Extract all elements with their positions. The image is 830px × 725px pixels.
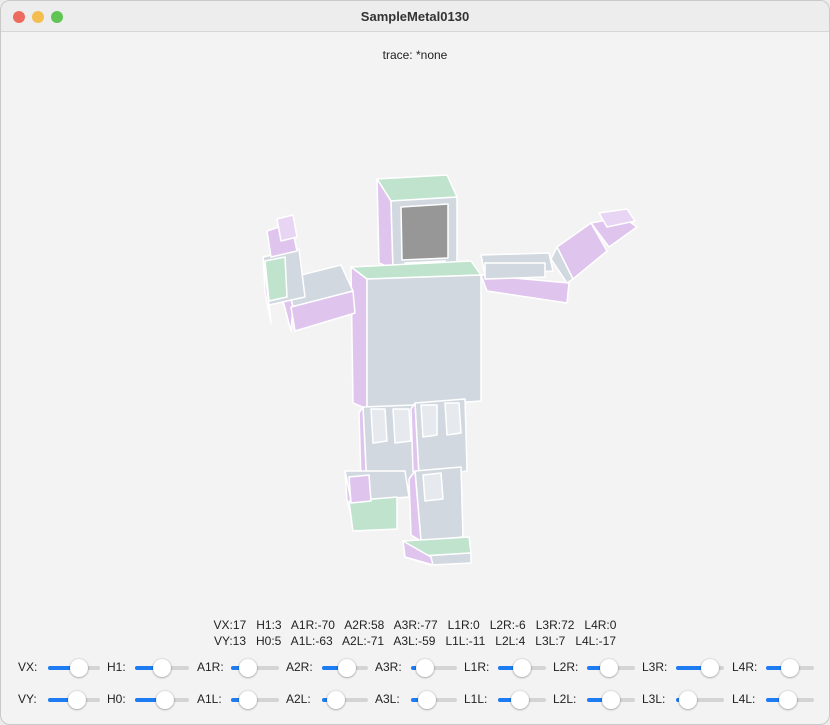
slider-track[interactable] [498,659,546,677]
slider-knob[interactable] [70,659,88,677]
slider-track[interactable] [322,659,368,677]
slider-knob[interactable] [68,691,86,709]
title-bar: SampleMetal0130 [1,1,829,32]
metal-viewport[interactable] [1,71,829,611]
slider-a2r[interactable]: A2R: [286,658,368,678]
slider-knob[interactable] [156,691,174,709]
slider-label: L3L: [642,692,666,706]
slider-a3l[interactable]: A3L: [375,690,457,710]
slider-label: L4L: [732,692,756,706]
slider-knob[interactable] [338,659,356,677]
angle-readout-row2: VY:13 H0:5 A1L:-63 A2L:-71 A3L:-59 L1L:-… [213,634,617,648]
slider-track[interactable] [498,691,546,709]
slider-l4l[interactable]: L4L: [732,690,814,710]
slider-knob[interactable] [513,659,531,677]
slider-h0[interactable]: H0: [107,690,189,710]
slider-track[interactable] [135,691,189,709]
slider-knob[interactable] [511,691,529,709]
slider-vy[interactable]: VY: [18,690,100,710]
slider-track[interactable] [48,691,100,709]
slider-label: H1: [107,660,126,674]
slider-track[interactable] [322,691,368,709]
slider-label: VY: [18,692,37,706]
slider-label: L3R: [642,660,668,674]
slider-label: VX: [18,660,38,674]
window-title: SampleMetal0130 [360,9,470,24]
slider-knob[interactable] [327,691,345,709]
slider-label: A1R: [197,660,224,674]
slider-label: L2R: [553,660,579,674]
trace-status: trace: *none [1,48,829,62]
robot-figure [262,174,638,566]
robot-torso [350,260,482,410]
slider-label: A2L: [286,692,311,706]
slider-knob[interactable] [701,659,719,677]
slider-track[interactable] [676,659,724,677]
slider-label: L4R: [732,660,758,674]
slider-a2l[interactable]: A2L: [286,690,368,710]
slider-label: A1L: [197,692,222,706]
robot-leg-right [402,398,472,566]
slider-h1[interactable]: H1: [107,658,189,678]
slider-label: L1R: [464,660,490,674]
slider-l1r[interactable]: L1R: [464,658,546,678]
slider-knob[interactable] [679,691,697,709]
slider-knob[interactable] [600,659,618,677]
slider-l2r[interactable]: L2R: [553,658,635,678]
slider-l4r[interactable]: L4R: [732,658,814,678]
slider-track[interactable] [587,659,635,677]
slider-knob[interactable] [153,659,171,677]
trace-label: trace: [382,48,413,62]
slider-l1l[interactable]: L1L: [464,690,546,710]
slider-track[interactable] [766,691,814,709]
slider-a1l[interactable]: A1L: [197,690,279,710]
slider-knob[interactable] [781,659,799,677]
slider-track[interactable] [135,659,189,677]
slider-knob[interactable] [239,691,257,709]
slider-label: A3L: [375,692,400,706]
slider-label: A2R: [286,660,313,674]
slider-knob[interactable] [602,691,620,709]
slider-track[interactable] [676,691,724,709]
robot-arm-left [262,214,356,332]
robot-arm-right [480,208,638,304]
slider-track[interactable] [411,691,457,709]
slider-l2l[interactable]: L2L: [553,690,635,710]
slider-label: H0: [107,692,126,706]
robot-render [262,174,638,566]
slider-track[interactable] [48,659,100,677]
app-window: SampleMetal0130 trace: *none VX:17 H1:3 … [0,0,830,725]
slider-label: L2L: [553,692,577,706]
slider-label: L1L: [464,692,488,706]
slider-knob[interactable] [416,659,434,677]
robot-leg-left [344,404,418,532]
slider-a1r[interactable]: A1R: [197,658,279,678]
slider-track[interactable] [231,691,279,709]
slider-knob[interactable] [418,691,436,709]
slider-knob[interactable] [779,691,797,709]
angle-readout-row1: VX:17 H1:3 A1R:-70 A2R:58 A3R:-77 L1R:0 … [213,618,617,632]
slider-label: A3R: [375,660,402,674]
slider-l3r[interactable]: L3R: [642,658,724,678]
slider-l3l[interactable]: L3L: [642,690,724,710]
slider-track[interactable] [766,659,814,677]
slider-track[interactable] [231,659,279,677]
slider-a3r[interactable]: A3R: [375,658,457,678]
slider-vx[interactable]: VX: [18,658,100,678]
slider-track[interactable] [587,691,635,709]
robot-head [376,174,458,270]
slider-track[interactable] [411,659,457,677]
trace-value: *none [415,48,448,62]
slider-knob[interactable] [239,659,257,677]
